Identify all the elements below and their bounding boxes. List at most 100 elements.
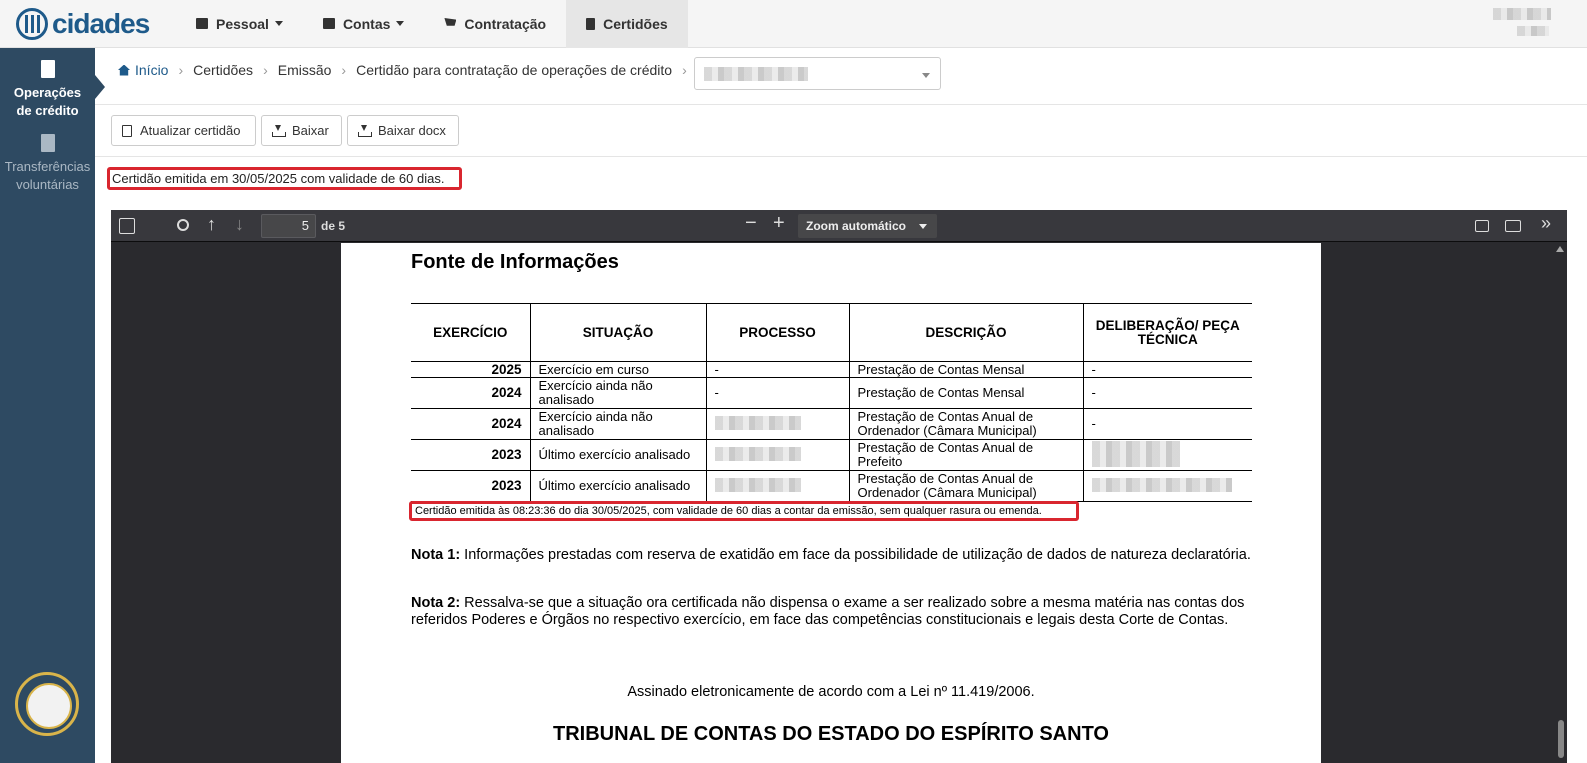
breadcrumb-emissao[interactable]: Emissão xyxy=(278,62,332,78)
nota-1-text: Informações prestadas com reserva de exa… xyxy=(460,547,1251,563)
divider xyxy=(95,156,1587,157)
sidebar-item-label: Transferências voluntárias xyxy=(4,159,91,192)
nav-certidoes-label: Certidões xyxy=(603,15,668,32)
logo-text: cidades xyxy=(52,7,150,39)
page-title: Fonte de Informações xyxy=(411,251,619,273)
nav-contratacao-label: Contratação xyxy=(464,15,547,32)
chevron-down-icon xyxy=(922,73,930,78)
download-button[interactable]: Baixar xyxy=(261,115,342,146)
document-icon xyxy=(40,134,55,152)
signature-note: Assinado eletronicamente de acordo com a… xyxy=(627,684,1035,700)
user-menu[interactable] xyxy=(1493,8,1551,38)
page-count: de 5 xyxy=(321,219,346,233)
deliberation-redacted xyxy=(1091,440,1180,467)
cell-descricao: Prestação de Contas Anual de Prefeito xyxy=(848,439,1083,471)
cell-deliberacao: - xyxy=(1082,377,1252,409)
active-indicator xyxy=(95,75,105,99)
nota-1-label: Nota 1: xyxy=(411,547,461,563)
top-navbar: cidades Pessoal Contas Contratação Certi… xyxy=(0,0,1587,48)
calendar-icon xyxy=(322,18,335,29)
cell-processo: - xyxy=(705,377,849,409)
home-icon xyxy=(118,64,130,76)
page-number-input[interactable]: 5 xyxy=(261,214,316,238)
download-docx-label: Baixar docx xyxy=(378,123,446,138)
cell-ano: 2025 xyxy=(411,361,530,378)
nav-contas-label: Contas xyxy=(342,15,391,32)
entity-select[interactable] xyxy=(694,57,941,90)
zoom-select[interactable]: Zoom automático xyxy=(798,214,937,238)
breadcrumb-certidoes[interactable]: Certidões xyxy=(193,62,253,78)
document-icon xyxy=(40,60,55,78)
download-icon xyxy=(272,124,286,137)
tribunal-heading: TRIBUNAL DE CONTAS DO ESTADO DO ESPÍRITO… xyxy=(553,723,1109,745)
cell-processo xyxy=(705,408,849,440)
chevron-right-icon: › xyxy=(682,62,687,78)
deliberation-redacted xyxy=(1091,477,1232,492)
user-name-redacted xyxy=(1493,8,1551,20)
logo-icon xyxy=(16,7,48,40)
id-card-icon xyxy=(196,18,208,29)
nota-2: Nota 2: Ressalva-se que a situação ora c… xyxy=(411,595,1251,629)
info-table: EXERCÍCIO SITUAÇÃO PROCESSO DESCRIÇÃO DE… xyxy=(411,303,1252,502)
breadcrumb-home-label: Início xyxy=(135,62,169,78)
chevron-right-icon: › xyxy=(341,62,347,78)
nav-contas[interactable]: Contas xyxy=(303,0,424,48)
download-docx-button[interactable]: Baixar docx xyxy=(347,115,459,146)
cell-deliberacao xyxy=(1082,439,1252,471)
cidades-logo[interactable]: cidades xyxy=(16,7,176,40)
table-row: 2024 Exercício ainda não analisado - Pre… xyxy=(411,377,1252,409)
cell-situacao: Último exercício analisado xyxy=(529,439,706,471)
cell-situacao: Exercício ainda não analisado xyxy=(529,408,706,440)
process-number-redacted xyxy=(714,477,801,492)
file-icon xyxy=(586,17,596,30)
cell-deliberacao: - xyxy=(1082,408,1252,440)
cell-descricao: Prestação de Contas Mensal xyxy=(848,361,1083,378)
scroll-up-icon[interactable] xyxy=(1556,246,1564,252)
zoom-in-icon[interactable]: + xyxy=(773,212,789,234)
scrollbar[interactable] xyxy=(1558,720,1564,758)
breadcrumb-current: Certidão para contratação de operações d… xyxy=(356,62,673,78)
col-header: PROCESSO xyxy=(705,303,849,362)
sidebar: Operações de crédito Transferências volu… xyxy=(0,48,95,763)
arrow-down-icon[interactable]: ↓ xyxy=(235,214,251,234)
nav-pessoal[interactable]: Pessoal xyxy=(176,0,303,48)
divider xyxy=(95,104,1587,105)
more-tools-icon[interactable]: » xyxy=(1541,213,1557,233)
table-row: 2023 Último exercício analisado Prestaçã… xyxy=(411,439,1252,471)
tce-seal-logo xyxy=(15,672,79,736)
cell-descricao: Prestação de Contas Anual de Ordenador (… xyxy=(848,408,1083,440)
emission-note: Certidão emitida às 08:23:36 do dia 30/0… xyxy=(409,501,1079,521)
col-header: EXERCÍCIO xyxy=(411,303,530,362)
cell-situacao: Exercício em curso xyxy=(529,361,706,378)
pdf-viewer: ↑ ↓ 5 de 5 − + Zoom automático » Fonte d… xyxy=(111,210,1567,763)
nota-2-text: Ressalva-se que a situação ora certifica… xyxy=(411,595,1245,628)
cell-processo xyxy=(705,470,849,502)
open-file-icon[interactable] xyxy=(1505,220,1521,232)
user-role-redacted xyxy=(1517,26,1549,36)
entity-select-value-redacted xyxy=(704,67,808,81)
search-icon[interactable] xyxy=(177,219,189,231)
pdf-page: Fonte de Informações EXERCÍCIO SITUAÇÃO … xyxy=(341,243,1321,763)
nav-certidoes[interactable]: Certidões xyxy=(566,0,688,48)
table-row: 2024 Exercício ainda não analisado Prest… xyxy=(411,408,1252,440)
cell-ano: 2023 xyxy=(411,439,530,471)
sidebar-item-transferencias[interactable]: Transferências voluntárias xyxy=(0,120,95,194)
breadcrumb-home[interactable]: Início xyxy=(118,62,168,78)
update-certificate-button[interactable]: Atualizar certidão xyxy=(111,115,256,146)
process-number-redacted xyxy=(714,446,801,461)
nav-contratacao[interactable]: Contratação xyxy=(424,0,566,48)
download-label: Baixar xyxy=(292,123,329,138)
zoom-out-icon[interactable]: − xyxy=(745,212,761,234)
sidebar-toggle-icon[interactable] xyxy=(119,218,135,234)
zoom-select-value: Zoom automático xyxy=(806,219,907,233)
cell-deliberacao xyxy=(1082,470,1252,502)
update-certificate-label: Atualizar certidão xyxy=(140,123,241,138)
cell-descricao: Prestação de Contas Anual de Ordenador (… xyxy=(848,470,1083,502)
presentation-mode-icon[interactable] xyxy=(1475,220,1489,232)
cell-processo: - xyxy=(705,361,849,378)
arrow-up-icon[interactable]: ↑ xyxy=(207,214,223,234)
sidebar-item-operacoes[interactable]: Operações de crédito xyxy=(0,48,95,120)
cell-ano: 2023 xyxy=(411,470,530,502)
cell-ano: 2024 xyxy=(411,377,530,409)
pdf-toolbar: ↑ ↓ 5 de 5 − + Zoom automático » xyxy=(111,210,1567,242)
